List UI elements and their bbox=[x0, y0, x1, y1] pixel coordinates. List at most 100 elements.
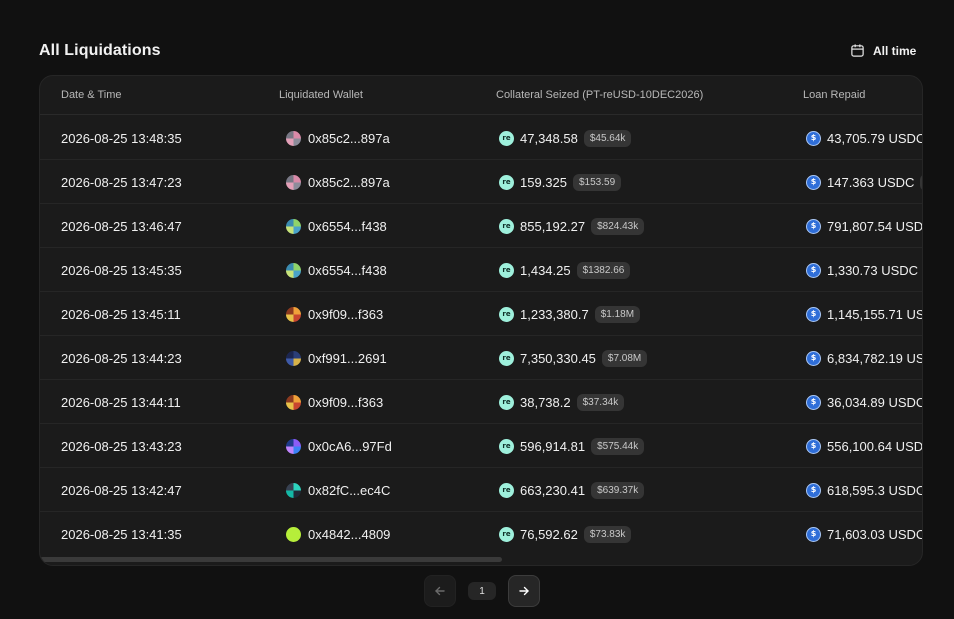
table-row[interactable]: 2026-08-25 13:44:11 0x9f09...f363 re 38,… bbox=[40, 380, 922, 424]
wallet-address[interactable]: 0x85c2...897a bbox=[308, 131, 390, 146]
table-row[interactable]: 2026-08-25 13:46:47 0x6554...f438 re 855… bbox=[40, 204, 922, 248]
re-token-icon: re bbox=[499, 174, 514, 190]
usdc-icon-glyph: $ bbox=[810, 529, 817, 538]
row-loan: $ 1,330.73 USDC bbox=[806, 248, 922, 292]
collateral-amount: 159.325 bbox=[520, 174, 567, 190]
column-header-wallet[interactable]: Liquidated Wallet bbox=[279, 89, 363, 101]
collateral-amount: 38,738.2 bbox=[520, 394, 571, 410]
re-token-icon: re bbox=[499, 482, 514, 498]
column-header-loan[interactable]: Loan Repaid bbox=[803, 89, 865, 101]
current-page-number[interactable]: 1 bbox=[468, 582, 496, 600]
loan-amount: 1,145,155.71 USDC bbox=[827, 306, 923, 322]
collateral-usd-badge: $1.18M bbox=[594, 305, 641, 323]
row-loan: $ 6,834,782.19 USDC bbox=[806, 336, 922, 380]
time-filter-button[interactable]: All time bbox=[850, 43, 916, 58]
usdc-icon-glyph: $ bbox=[810, 353, 817, 362]
row-wallet[interactable]: 0x9f09...f363 bbox=[286, 292, 383, 336]
row-datetime: 2026-08-25 13:41:35 bbox=[61, 526, 182, 542]
table-row[interactable]: 2026-08-25 13:45:35 0x6554...f438 re 1,4… bbox=[40, 248, 922, 292]
row-datetime: 2026-08-25 13:45:35 bbox=[61, 262, 182, 278]
re-token-icon: re bbox=[499, 306, 514, 322]
row-wallet[interactable]: 0x6554...f438 bbox=[286, 204, 387, 248]
column-header-collateral[interactable]: Collateral Seized (PT-reUSD-10DEC2026) bbox=[496, 89, 703, 101]
row-collateral: re 596,914.81 $575.44k bbox=[499, 424, 645, 468]
loan-amount: 147.363 USDC bbox=[827, 174, 915, 190]
row-loan: $ 791,807.54 USDC bbox=[806, 204, 922, 248]
horizontal-scrollbar[interactable] bbox=[40, 557, 922, 562]
collateral-amount: 47,348.58 bbox=[520, 130, 578, 146]
row-collateral: re 7,350,330.45 $7.08M bbox=[499, 336, 648, 380]
column-header-datetime[interactable]: Date & Time bbox=[61, 89, 122, 101]
wallet-address[interactable]: 0x9f09...f363 bbox=[308, 395, 383, 410]
table-row[interactable]: 2026-08-25 13:44:23 0xf991...2691 re 7,3… bbox=[40, 336, 922, 380]
wallet-address[interactable]: 0x9f09...f363 bbox=[308, 307, 383, 322]
row-wallet[interactable]: 0xf991...2691 bbox=[286, 336, 387, 380]
row-collateral: re 663,230.41 $639.37k bbox=[499, 468, 645, 512]
table-row[interactable]: 2026-08-25 13:48:35 0x85c2...897a re 47,… bbox=[40, 116, 923, 160]
wallet-address[interactable]: 0x0cA6...97Fd bbox=[308, 439, 392, 454]
collateral-amount: 596,914.81 bbox=[520, 438, 586, 454]
table-row[interactable]: 2026-08-25 13:41:35 0x4842...4809 re 76,… bbox=[40, 512, 923, 556]
collateral-usd-badge: $824.43k bbox=[591, 217, 645, 235]
usdc-icon: $ bbox=[806, 174, 821, 190]
row-datetime: 2026-08-25 13:47:23 bbox=[61, 174, 182, 190]
calendar-icon bbox=[851, 44, 864, 57]
row-wallet[interactable]: 0x0cA6...97Fd bbox=[286, 424, 392, 468]
table-row[interactable]: 2026-08-25 13:43:23 0x0cA6...97Fd re 596… bbox=[40, 424, 922, 468]
table-row[interactable]: 2026-08-25 13:47:23 0x85c2...897a re 159… bbox=[40, 160, 922, 204]
usdc-icon-glyph: $ bbox=[810, 397, 817, 406]
collateral-usd-badge: $73.83k bbox=[583, 525, 632, 543]
row-datetime: 2026-08-25 13:45:11 bbox=[61, 306, 181, 322]
usdc-icon: $ bbox=[806, 350, 821, 366]
row-wallet[interactable]: 0x82fC...ec4C bbox=[286, 468, 390, 512]
table-row[interactable]: 2026-08-25 13:42:47 0x82fC...ec4C re 663… bbox=[40, 468, 923, 512]
collateral-amount: 855,192.27 bbox=[520, 218, 586, 234]
table-row[interactable]: 2026-08-25 13:45:11 0x9f09...f363 re 1,2… bbox=[40, 292, 923, 336]
loan-amount: 71,603.03 USDC bbox=[827, 526, 923, 542]
row-wallet[interactable]: 0x4842...4809 bbox=[286, 512, 390, 556]
collateral-amount: 663,230.41 bbox=[520, 482, 586, 498]
re-token-icon: re bbox=[499, 438, 514, 454]
row-collateral: re 38,738.2 $37.34k bbox=[499, 380, 625, 424]
usdc-icon-glyph: $ bbox=[810, 133, 817, 142]
usdc-icon-glyph: $ bbox=[810, 441, 817, 450]
row-collateral: re 47,348.58 $45.64k bbox=[499, 116, 632, 160]
re-token-icon: re bbox=[499, 262, 514, 278]
row-collateral: re 1,434.25 $1382.66 bbox=[499, 248, 631, 292]
wallet-avatar bbox=[286, 174, 301, 190]
row-wallet[interactable]: 0x85c2...897a bbox=[286, 116, 390, 160]
loan-amount: 1,330.73 USDC bbox=[827, 262, 919, 278]
wallet-avatar bbox=[286, 438, 301, 454]
usdc-icon: $ bbox=[806, 482, 821, 498]
wallet-address[interactable]: 0x6554...f438 bbox=[308, 263, 387, 278]
usdc-icon: $ bbox=[806, 262, 821, 278]
usdc-icon-glyph: $ bbox=[810, 221, 817, 230]
usdc-icon: $ bbox=[806, 394, 821, 410]
wallet-avatar bbox=[286, 218, 301, 234]
collateral-amount: 1,233,380.7 bbox=[520, 306, 589, 322]
arrow-left-icon bbox=[435, 586, 445, 596]
wallet-address[interactable]: 0x4842...4809 bbox=[308, 527, 390, 542]
scrollbar-thumb[interactable] bbox=[40, 557, 502, 562]
next-page-button[interactable] bbox=[508, 575, 540, 607]
wallet-address[interactable]: 0x82fC...ec4C bbox=[308, 483, 390, 498]
row-wallet[interactable]: 0x6554...f438 bbox=[286, 248, 387, 292]
row-wallet[interactable]: 0x9f09...f363 bbox=[286, 380, 383, 424]
wallet-address[interactable]: 0xf991...2691 bbox=[308, 351, 387, 366]
row-datetime: 2026-08-25 13:42:47 bbox=[61, 482, 182, 498]
usdc-icon-glyph: $ bbox=[810, 309, 817, 318]
loan-amount: 43,705.79 USDC bbox=[827, 130, 923, 146]
loan-amount: 618,595.3 USDC bbox=[827, 482, 923, 498]
previous-page-button[interactable] bbox=[424, 575, 456, 607]
row-wallet[interactable]: 0x85c2...897a bbox=[286, 160, 390, 204]
usdc-icon: $ bbox=[806, 306, 821, 322]
wallet-address[interactable]: 0x6554...f438 bbox=[308, 219, 387, 234]
re-token-icon: re bbox=[499, 218, 514, 234]
collateral-usd-badge: $153.59 bbox=[573, 173, 622, 191]
wallet-address[interactable]: 0x85c2...897a bbox=[308, 175, 390, 190]
row-loan: $ 556,100.64 USDC bbox=[806, 424, 922, 468]
row-datetime: 2026-08-25 13:46:47 bbox=[61, 218, 182, 234]
wallet-avatar bbox=[286, 350, 301, 366]
collateral-amount: 7,350,330.45 bbox=[520, 350, 596, 366]
usdc-icon: $ bbox=[806, 130, 821, 146]
